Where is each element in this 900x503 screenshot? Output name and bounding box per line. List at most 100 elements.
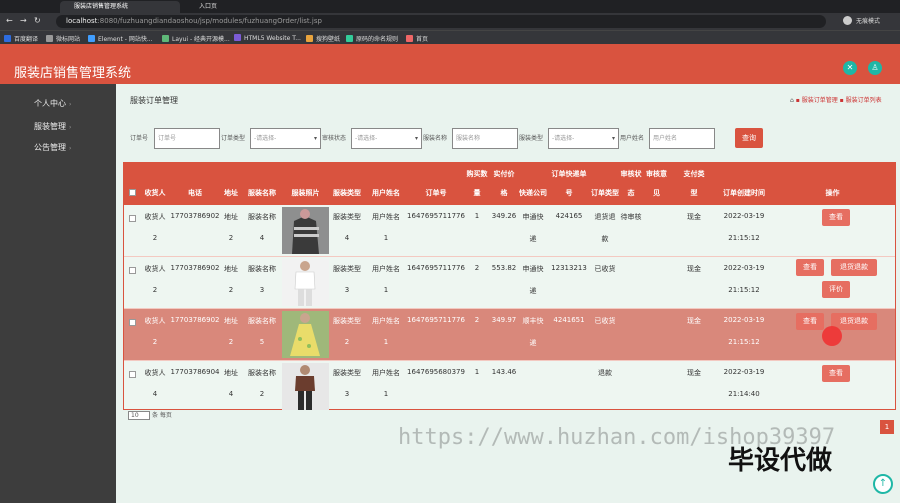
home-icon[interactable]: ⌂ <box>790 97 794 104</box>
row-checkbox[interactable] <box>129 267 136 274</box>
back-arrow-icon[interactable]: ← <box>6 16 13 25</box>
tools-icon[interactable]: ✕ <box>843 61 857 75</box>
clothes-photo <box>282 259 329 306</box>
cell-receiver: 收货人 <box>144 317 166 325</box>
bookmark-item[interactable]: 原码的命名规则 <box>346 34 398 43</box>
return-refund-button[interactable]: 退货退款 <box>831 259 877 276</box>
header-receiver: 收货人 <box>144 189 166 197</box>
cell-order-no: 1647695680379 <box>407 368 465 376</box>
browser-tab-bar: 服装店销售管理系统 入口页 <box>0 0 900 13</box>
cell-qty: 2 <box>474 264 480 272</box>
cell-courier: 申通快 <box>522 265 544 273</box>
cell-address: 地址 <box>224 265 238 273</box>
clothes-photo <box>282 363 329 410</box>
order-no-input[interactable]: 订单号 <box>154 128 220 149</box>
cell-tracking: 12313213 <box>551 264 587 272</box>
forward-arrow-icon[interactable]: → <box>20 16 27 25</box>
tab-title: 服装店销售管理系统 <box>74 3 129 10</box>
clothes-name-input[interactable]: 服装名称 <box>452 128 518 149</box>
cell-qty: 1 <box>474 212 480 220</box>
cell-user-name: 用户姓名 <box>372 369 400 377</box>
clothes-type-select[interactable]: -请选择- <box>548 128 619 149</box>
cell-address: 地址 <box>224 213 238 221</box>
review-button[interactable]: 评价 <box>822 281 850 298</box>
table-row: 收货人 4 17703786904 地址 4 服装名称 2 服装类型 3 用户姓… <box>124 361 895 413</box>
order-type-select[interactable]: -请选择- <box>250 128 321 149</box>
header-audit-2: 态 <box>627 189 635 197</box>
cell-order-no: 1647695711776 <box>407 264 465 272</box>
cell-user-name: 用户姓名 <box>372 265 400 273</box>
cell-phone: 17703786902 <box>170 212 220 220</box>
browser-tab-active[interactable]: 服装店销售管理系统 <box>60 1 180 13</box>
cell-receiver: 收货人 <box>144 265 166 273</box>
cell-clothes-name-id: 3 <box>259 286 265 294</box>
bookmark-item[interactable]: 搜狗壁纸 <box>306 34 340 43</box>
watermark-text: 毕设代做 <box>728 446 833 476</box>
browser-toolbar: ← → ↻ localhost:8080/fuzhuangdiandaoshou… <box>0 13 900 30</box>
cell-created-time: 21:15:12 <box>728 286 760 294</box>
cell-created-date: 2022-03-19 <box>723 264 765 272</box>
user-name-input[interactable]: 用户姓名 <box>649 128 715 149</box>
header-tracking: 订单快递单 <box>551 170 587 178</box>
header-qty-2: 量 <box>473 189 481 197</box>
bookmark-item[interactable]: 微标网站 <box>46 34 80 43</box>
header-clothes-photo: 服装照片 <box>291 189 320 197</box>
browser-tab[interactable]: 入口页 <box>185 1 295 13</box>
page-size-select[interactable]: 10 <box>128 411 150 420</box>
cell-courier: 申通快 <box>522 213 544 221</box>
view-button[interactable]: 查看 <box>796 259 824 276</box>
bookmark-item[interactable]: Layui - 经典开源模... <box>162 34 230 43</box>
bookmark-item[interactable]: Element - 网站快... <box>88 34 153 43</box>
row-checkbox[interactable] <box>129 319 136 326</box>
cell-user-name: 用户姓名 <box>372 317 400 325</box>
reload-icon[interactable]: ↻ <box>34 16 41 25</box>
cell-qty: 2 <box>474 316 480 324</box>
address-bar[interactable]: localhost:8080/fuzhuangdiandaoshou/jsp/m… <box>56 15 826 28</box>
audit-status-select[interactable]: -请选择- <box>351 128 422 149</box>
cell-receiver-id: 2 <box>152 286 158 294</box>
row-checkbox[interactable] <box>129 371 136 378</box>
back-to-top-icon[interactable]: ↑ <box>873 474 893 494</box>
view-button[interactable]: 查看 <box>822 209 850 226</box>
cell-clothes-name-id: 4 <box>259 234 265 242</box>
header-clothes-name: 服装名称 <box>248 189 276 197</box>
cell-paid: 143.46 <box>491 368 517 376</box>
bookmarks-bar: 百度翻译 微标网站 Element - 网站快... Layui - 经典开源模… <box>0 30 900 44</box>
cell-pay: 现金 <box>687 369 701 377</box>
search-button[interactable]: 查询 <box>735 128 763 148</box>
sidebar-item-notice-management[interactable]: 公告管理 › <box>34 142 71 153</box>
select-all-checkbox[interactable] <box>129 189 136 196</box>
page-number-button[interactable]: 1 <box>880 420 894 434</box>
mouse-cursor-highlight <box>822 326 842 346</box>
view-button[interactable]: 查看 <box>822 365 850 382</box>
sidebar-item-clothes-management[interactable]: 服装管理 › <box>34 121 71 132</box>
user-icon[interactable]: ♙ <box>868 61 882 75</box>
profile-avatar[interactable] <box>843 16 852 25</box>
cell-address: 地址 <box>224 317 238 325</box>
cell-order-type: 已收货 <box>594 317 616 325</box>
header-created: 订单创建时间 <box>723 189 765 197</box>
order-type-label: 订单类型 <box>221 135 246 142</box>
header-actions: 操作 <box>825 189 840 197</box>
cell-clothes-type: 服装类型 <box>333 265 361 273</box>
cell-created-date: 2022-03-19 <box>723 368 765 376</box>
cell-order-type-2: 款 <box>601 235 609 243</box>
bookmark-item[interactable]: HTML5 Website T... <box>234 34 301 42</box>
cell-clothes-name: 服装名称 <box>248 265 276 273</box>
view-button[interactable]: 查看 <box>796 313 824 330</box>
breadcrumb-item[interactable]: 服装订单管理 <box>802 97 838 104</box>
chevron-right-icon: › <box>69 101 72 108</box>
row-checkbox[interactable] <box>129 215 136 222</box>
bookmark-item[interactable]: 首页 <box>406 34 428 43</box>
header-tracking-2: 号 <box>565 189 573 197</box>
cell-clothes-type: 服装类型 <box>333 369 361 377</box>
cell-user-name: 用户姓名 <box>372 213 400 221</box>
cell-user-id: 1 <box>383 390 389 398</box>
cell-clothes-name-id: 5 <box>259 338 265 346</box>
header-pay: 支付类 <box>683 170 705 178</box>
cell-clothes-type-id: 3 <box>344 390 350 398</box>
sidebar-item-personal-center[interactable]: 个人中心 › <box>34 98 71 109</box>
tab-title: 入口页 <box>199 3 218 10</box>
bookmark-item[interactable]: 百度翻译 <box>4 34 38 43</box>
app-title: 服装店销售管理系统 <box>14 66 132 81</box>
